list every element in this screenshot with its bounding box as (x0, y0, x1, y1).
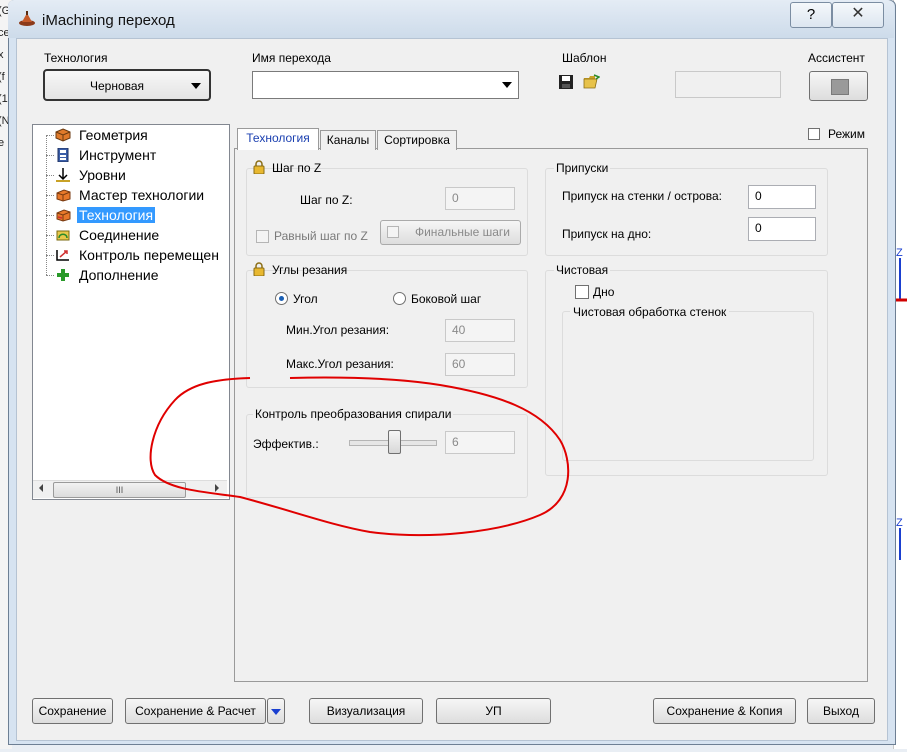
scroll-right-icon[interactable] (215, 484, 219, 492)
tree-item-motion-control[interactable]: Контроль перемещен (33, 245, 229, 265)
final-steps-checkbox (387, 226, 399, 238)
levels-icon (56, 168, 70, 182)
motion-control-icon (56, 250, 69, 261)
tab-technology[interactable]: Технология (237, 128, 319, 150)
misc-plus-icon (57, 269, 69, 281)
min-angle-label: Мин.Угол резания: (286, 323, 390, 337)
technology-combo[interactable]: Черновая (43, 69, 211, 101)
equal-step-checkbox[interactable] (256, 230, 269, 243)
max-angle-input[interactable]: 60 (445, 353, 515, 376)
template-combo[interactable] (675, 71, 781, 98)
side-step-radio[interactable] (393, 292, 406, 305)
svg-text:Z: Z (896, 247, 903, 259)
save-calculate-button[interactable]: Сохранение & Расчет (125, 698, 266, 724)
efficiency-slider-thumb[interactable] (388, 430, 401, 454)
angle-radio-label: Угол (293, 292, 318, 306)
technology-combo-value: Черновая (89, 79, 145, 93)
floor-allowance-label: Припуск на дно: (562, 227, 652, 241)
operation-name-label: Имя перехода (252, 51, 331, 65)
chevron-down-icon (271, 709, 281, 715)
lock-icon[interactable] (253, 262, 265, 276)
technology-icon (56, 209, 71, 222)
tab-channels[interactable]: Каналы (320, 130, 376, 150)
tree-item-geometry[interactable]: Геометрия (33, 125, 229, 145)
equal-step-label: Равный шаг по Z (274, 229, 368, 243)
link-icon (56, 230, 70, 241)
assistant-label: Ассистент (808, 51, 865, 65)
tree-item-wizard[interactable]: Мастер технологии (33, 185, 229, 205)
chevron-down-icon (191, 83, 201, 89)
scroll-thumb[interactable]: III (53, 482, 186, 498)
step-z-input[interactable]: 0 (445, 187, 515, 210)
assistant-icon (831, 79, 849, 95)
operation-name-combo[interactable] (252, 71, 519, 99)
gcode-button[interactable]: УП (436, 698, 551, 724)
step-z-title: Шаг по Z (272, 161, 322, 175)
mode-checkbox[interactable] (808, 128, 820, 140)
tree-item-technology[interactable]: Технология (33, 205, 229, 225)
mode-label: Режим (828, 127, 865, 141)
wizard-icon (56, 189, 71, 202)
tree-item-tool[interactable]: Инструмент (33, 145, 229, 165)
finish-title: Чистовая (554, 263, 611, 277)
template-label: Шаблон (562, 51, 607, 65)
tree-item-levels[interactable]: Уровни (33, 165, 229, 185)
tree-horizontal-scrollbar[interactable]: III (33, 480, 227, 498)
save-template-icon[interactable] (559, 75, 573, 89)
tree-item-misc[interactable]: Дополнение (33, 265, 229, 285)
min-angle-input[interactable]: 40 (445, 319, 515, 342)
final-steps-button[interactable]: Финальные шаги (380, 220, 521, 245)
help-button[interactable]: ? (790, 2, 832, 28)
technology-label: Технология (44, 51, 108, 65)
tab-sorting[interactable]: Сортировка (377, 130, 457, 150)
save-button[interactable]: Сохранение (32, 698, 113, 724)
tree-item-link[interactable]: Соединение (33, 225, 229, 245)
tool-icon (57, 148, 69, 162)
floor-allowance-input[interactable]: 0 (748, 217, 816, 241)
wall-allowance-label: Припуск на стенки / острова: (562, 189, 722, 203)
allowances-group (545, 168, 828, 256)
save-copy-button[interactable]: Сохранение & Копия (653, 698, 796, 724)
efficiency-label: Эффектив.: (253, 437, 319, 451)
app-icon (19, 11, 35, 26)
max-angle-label: Макс.Угол резания: (286, 357, 394, 371)
cut-angles-title: Углы резания (272, 263, 348, 277)
svg-text:Z: Z (896, 517, 903, 529)
allowances-title: Припуски (554, 161, 611, 175)
wall-allowance-input[interactable]: 0 (748, 185, 816, 209)
close-button[interactable]: ✕ (832, 2, 884, 28)
efficiency-input[interactable]: 6 (445, 431, 515, 454)
assistant-button[interactable] (809, 71, 868, 101)
finish-walls-group (562, 311, 814, 461)
side-step-radio-label: Боковой шаг (411, 292, 482, 306)
finish-floor-label: Дно (593, 285, 615, 299)
open-template-icon[interactable] (583, 74, 600, 89)
angle-radio[interactable] (275, 292, 288, 305)
spiral-control-group (246, 414, 528, 498)
visualize-button[interactable]: Визуализация (309, 698, 423, 724)
parameters-tree[interactable]: Геометрия Инструмент Уровни Мастер техно… (32, 124, 230, 500)
step-z-field-label: Шаг по Z: (300, 193, 353, 207)
finish-floor-checkbox[interactable] (575, 285, 589, 299)
save-calculate-dropdown[interactable] (267, 698, 285, 724)
scroll-left-icon[interactable] (39, 484, 43, 492)
spiral-control-title: Контроль преобразования спирали (253, 407, 454, 421)
geometry-icon (55, 128, 71, 142)
chevron-down-icon (502, 82, 512, 88)
window-title: iMachining переход (42, 12, 175, 29)
finish-walls-title: Чистовая обработка стенок (570, 305, 730, 319)
exit-button[interactable]: Выход (807, 698, 875, 724)
lock-icon[interactable] (253, 160, 265, 174)
